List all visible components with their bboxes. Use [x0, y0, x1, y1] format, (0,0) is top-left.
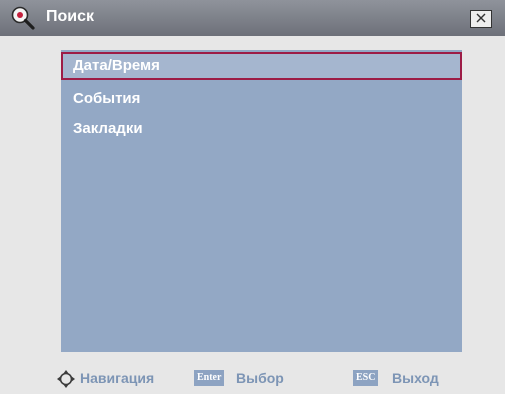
search-dialog: Поиск Дата/Время События Закладки Навига…	[0, 0, 505, 394]
magnifier-icon	[10, 5, 36, 31]
close-x-icon	[475, 10, 487, 28]
enter-key-badge: Enter	[194, 370, 225, 386]
close-button[interactable]	[470, 10, 492, 28]
select-hint: Выбор	[236, 370, 284, 386]
four-way-arrows-icon	[57, 370, 75, 388]
exit-hint: Выход	[392, 370, 439, 386]
menu-item-label: Закладки	[73, 120, 143, 137]
key-hints-bar: Навигация Enter Выбор ESC Выход	[0, 362, 505, 394]
search-options-list: Дата/Время События Закладки	[61, 50, 462, 352]
menu-item-bookmarks[interactable]: Закладки	[61, 116, 462, 144]
dialog-title: Поиск	[46, 8, 95, 25]
menu-item-date-time[interactable]: Дата/Время	[61, 52, 462, 80]
menu-item-events[interactable]: События	[61, 86, 462, 114]
navigation-hint: Навигация	[80, 370, 155, 386]
esc-key-badge: ESC	[353, 370, 379, 386]
title-bar: Поиск	[0, 0, 505, 36]
menu-item-label: Дата/Время	[73, 57, 160, 74]
menu-item-label: События	[73, 90, 141, 107]
